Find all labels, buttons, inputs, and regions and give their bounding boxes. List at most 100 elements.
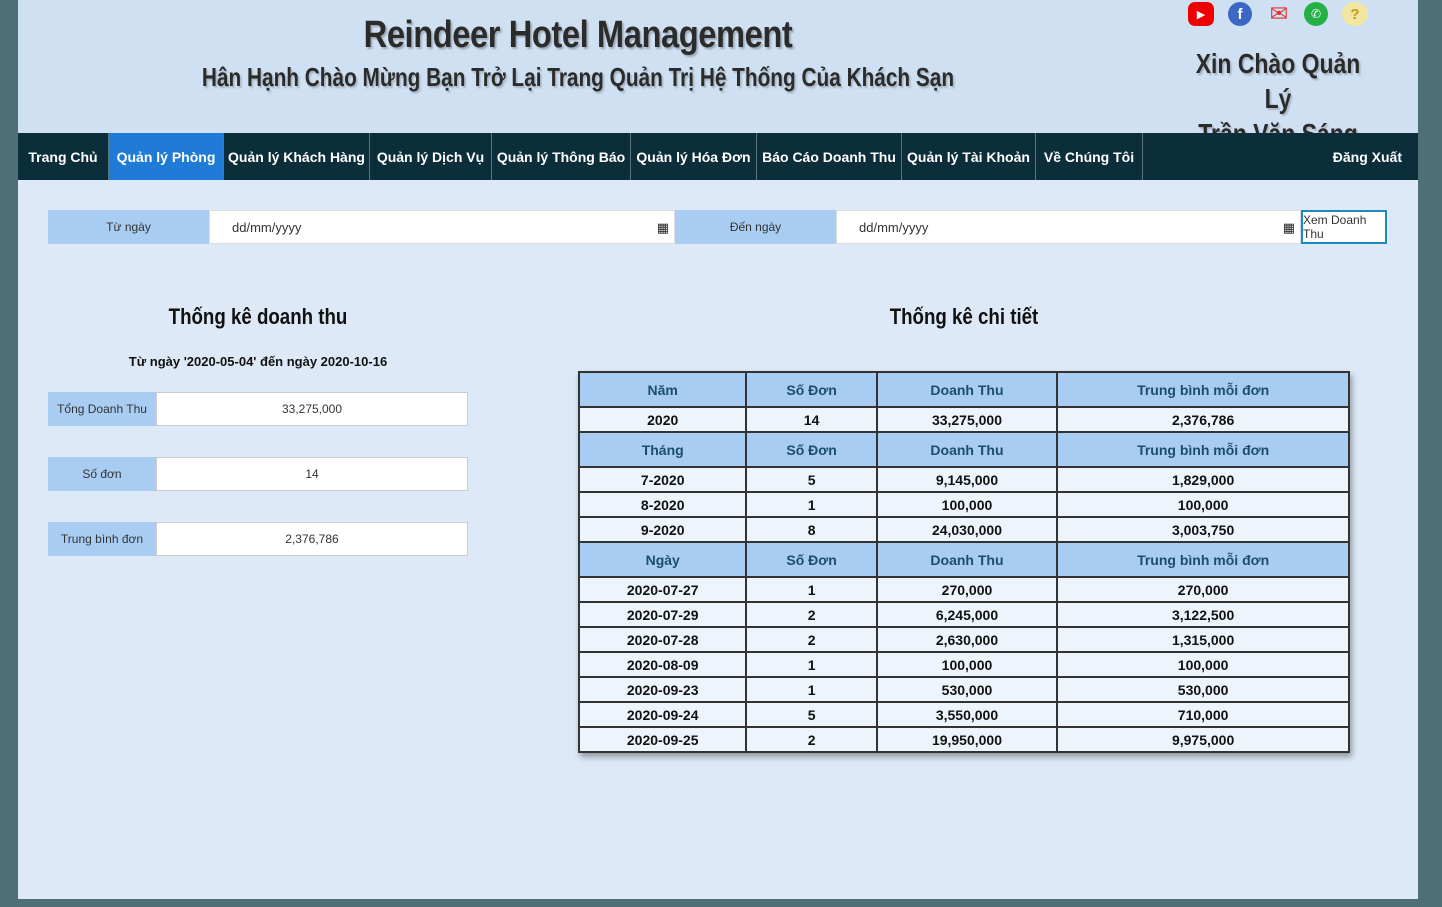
table-cell: 14 [745, 406, 878, 433]
detail-title: Thống kê chi tiết [889, 304, 1039, 329]
greeting-line1: Xin Chào Quản Lý [1195, 48, 1361, 114]
column-header: Doanh Thu [875, 431, 1059, 468]
average-order-label: Trung bình đơn [48, 522, 156, 556]
month-header-row: Tháng Số Đơn Doanh Thu Trung bình mỗi đơn [577, 431, 1350, 468]
table-row: 2020-09-25 2 19,950,000 9,975,000 [577, 726, 1350, 753]
table-row: 8-2020 1 100,000 100,000 [577, 491, 1350, 518]
logout-link[interactable]: Đăng Xuất [1333, 133, 1418, 180]
nav-item-rooms[interactable]: Quản lý Phòng [109, 133, 224, 180]
nav-item-notifications[interactable]: Quản lý Thông Báo [492, 133, 631, 180]
table-row: 2020-09-23 1 530,000 530,000 [577, 676, 1350, 703]
column-header: Số Đơn [745, 371, 878, 408]
table-cell: 2020-07-27 [577, 576, 748, 603]
page: Reindeer Hotel Management Hân Hạnh Chào … [18, 0, 1418, 899]
social-links: ▶ f ✉ ✆ ? [1188, 1, 1388, 28]
table-cell: 9-2020 [577, 516, 748, 543]
table-cell: 8-2020 [577, 491, 748, 518]
total-revenue-stat: Tổng Doanh Thu 33,275,000 [48, 392, 468, 426]
table-cell: 24,030,000 [875, 516, 1059, 543]
column-header: Doanh Thu [875, 371, 1059, 408]
main-nav: Trang Chủ Quản lý Phòng Quản lý Khách Hà… [18, 133, 1418, 180]
table-cell: 3,122,500 [1056, 601, 1350, 628]
table-cell: 5 [745, 466, 878, 493]
average-order-value: 2,376,786 [156, 522, 468, 556]
column-header: Ngày [577, 541, 748, 578]
table-cell: 1 [745, 676, 878, 703]
order-count-stat: Số đơn 14 [48, 457, 468, 491]
table-cell: 5 [745, 701, 878, 728]
column-header: Trung bình mỗi đơn [1056, 431, 1350, 468]
table-cell: 100,000 [875, 491, 1059, 518]
table-cell: 2 [745, 601, 878, 628]
table-cell: 2020-09-23 [577, 676, 748, 703]
table-cell: 270,000 [1056, 576, 1350, 603]
table-row: 2020-07-29 2 6,245,000 3,122,500 [577, 601, 1350, 628]
table-cell: 1,829,000 [1056, 466, 1350, 493]
calendar-icon[interactable]: ▦ [657, 220, 669, 236]
table-cell: 2020-07-29 [577, 601, 748, 628]
table-cell: 100,000 [1056, 491, 1350, 518]
table-cell: 1,315,000 [1056, 626, 1350, 653]
table-row: 2020-07-27 1 270,000 270,000 [577, 576, 1350, 603]
table-cell: 2020-07-28 [577, 626, 748, 653]
table-cell: 8 [745, 516, 878, 543]
table-cell: 19,950,000 [875, 726, 1059, 753]
nav-item-invoices[interactable]: Quản lý Hóa Đơn [631, 133, 757, 180]
summary-title: Thống kê doanh thu [168, 304, 348, 329]
from-date-label: Từ ngày [48, 210, 209, 244]
table-cell: 7-2020 [577, 466, 748, 493]
table-cell: 2020-09-24 [577, 701, 748, 728]
table-cell: 710,000 [1056, 701, 1350, 728]
table-row: 2020 14 33,275,000 2,376,786 [577, 406, 1350, 433]
table-cell: 270,000 [875, 576, 1059, 603]
column-header: Trung bình mỗi đơn [1056, 541, 1350, 578]
table-row: 2020-07-28 2 2,630,000 1,315,000 [577, 626, 1350, 653]
table-cell: 2,376,786 [1056, 406, 1350, 433]
nav-item-accounts[interactable]: Quản lý Tài Khoản [902, 133, 1036, 180]
table-row: 2020-08-09 1 100,000 100,000 [577, 651, 1350, 678]
table-cell: 530,000 [1056, 676, 1350, 703]
nav-item-home[interactable]: Trang Chủ [18, 133, 109, 180]
column-header: Năm [577, 371, 748, 408]
from-date-group: Từ ngày dd/mm/yyyy ▦ [48, 210, 675, 244]
to-date-placeholder: dd/mm/yyyy [859, 219, 929, 235]
nav-item-services[interactable]: Quản lý Dịch Vụ [370, 133, 492, 180]
youtube-icon[interactable]: ▶ [1188, 2, 1214, 26]
to-date-input[interactable]: dd/mm/yyyy ▦ [836, 210, 1301, 244]
table-cell: 6,245,000 [875, 601, 1059, 628]
nav-item-customers[interactable]: Quản lý Khách Hàng [224, 133, 370, 180]
nav-item-about[interactable]: Về Chúng Tôi [1036, 133, 1143, 180]
table-cell: 100,000 [1056, 651, 1350, 678]
table-cell: 2,630,000 [875, 626, 1059, 653]
column-header: Tháng [577, 431, 748, 468]
from-date-input[interactable]: dd/mm/yyyy ▦ [209, 210, 675, 244]
site-title: Reindeer Hotel Management [363, 14, 793, 56]
table-cell: 2020-09-25 [577, 726, 748, 753]
nav-item-revenue-report[interactable]: Báo Cáo Doanh Thu [757, 133, 902, 180]
table-cell: 9,975,000 [1056, 726, 1350, 753]
column-header: Doanh Thu [875, 541, 1059, 578]
day-header-row: Ngày Số Đơn Doanh Thu Trung bình mỗi đơn [577, 541, 1350, 578]
site-subtitle: Hân Hạnh Chào Mừng Bạn Trở Lại Trang Quả… [201, 62, 955, 92]
table-row: 9-2020 8 24,030,000 3,003,750 [577, 516, 1350, 543]
order-count-label: Số đơn [48, 457, 156, 491]
summary-range: Từ ngày '2020-05-04' đến ngày 2020-10-16 [128, 354, 388, 369]
calendar-icon[interactable]: ▦ [1283, 220, 1295, 236]
whatsapp-icon[interactable]: ✆ [1304, 2, 1328, 26]
table-cell: 530,000 [875, 676, 1059, 703]
total-revenue-label: Tổng Doanh Thu [48, 392, 156, 426]
to-date-group: Đến ngày dd/mm/yyyy ▦ [675, 210, 1301, 244]
order-count-value: 14 [156, 457, 468, 491]
column-header: Số Đơn [745, 431, 878, 468]
gmail-icon[interactable]: ✉ [1266, 1, 1292, 26]
table-cell: 1 [745, 651, 878, 678]
table-cell: 9,145,000 [875, 466, 1059, 493]
view-revenue-button[interactable]: Xem Doanh Thu [1301, 210, 1387, 244]
table-cell: 2 [745, 626, 878, 653]
column-header: Trung bình mỗi đơn [1056, 371, 1350, 408]
facebook-icon[interactable]: f [1228, 2, 1252, 26]
table-cell: 2020 [577, 406, 748, 433]
help-icon[interactable]: ? [1342, 2, 1368, 26]
header: Reindeer Hotel Management Hân Hạnh Chào … [18, 0, 1418, 149]
table-cell: 2 [745, 726, 878, 753]
